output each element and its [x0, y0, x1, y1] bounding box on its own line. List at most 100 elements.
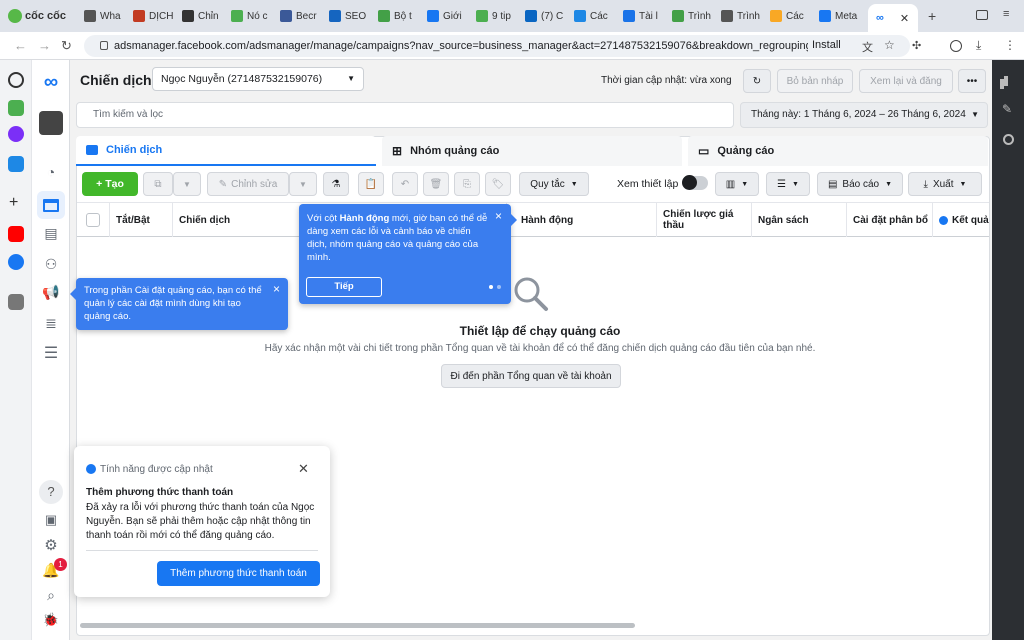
close-icon[interactable]: ×: [273, 283, 280, 296]
reports-button[interactable]: ▤ Báo cáo ▼: [817, 172, 903, 196]
search-icon[interactable]: ⌕: [41, 585, 61, 605]
bar-chart-icon[interactable]: [1004, 76, 1008, 86]
tab-favicon-icon: [84, 10, 96, 22]
photo-icon[interactable]: [8, 294, 24, 310]
campaigns-table-icon[interactable]: [37, 191, 65, 219]
edit-button[interactable]: ✎ Chỉnh sửa: [207, 172, 289, 196]
date-range-picker[interactable]: Tháng này: 1 Tháng 6, 2024 – 26 Tháng 6,…: [740, 102, 988, 128]
undo-button[interactable]: ↶: [392, 172, 418, 196]
browser-tab[interactable]: Chỉn: [182, 6, 226, 26]
horizontal-scrollbar[interactable]: [80, 623, 635, 628]
all-tools-icon[interactable]: ☰: [41, 343, 61, 363]
help-icon[interactable]: ?: [39, 480, 63, 504]
create-button[interactable]: + Tạo: [82, 172, 138, 196]
facebook-icon[interactable]: [8, 254, 24, 270]
tab-ad-sets[interactable]: ⊞ Nhóm quảng cáo: [382, 136, 682, 166]
messenger-icon[interactable]: [8, 126, 24, 142]
col-results[interactable]: Kết quả: [933, 203, 989, 237]
ab-test-button[interactable]: ⚗: [323, 172, 349, 196]
account-avatar[interactable]: [39, 111, 63, 135]
back-icon[interactable]: ←: [14, 38, 27, 53]
menu-icon[interactable]: ≡: [1003, 8, 1009, 20]
clipboard-button[interactable]: 📋: [358, 172, 384, 196]
clock-icon[interactable]: [1003, 134, 1014, 145]
bookmark-star-icon[interactable]: ☆: [884, 38, 895, 52]
duplicate-button[interactable]: ⧉: [143, 172, 173, 196]
add-payment-method-button[interactable]: Thêm phương thức thanh toán: [157, 561, 320, 586]
col-actions[interactable]: Hành động: [507, 203, 657, 237]
browser-tab[interactable]: Meta: [819, 6, 863, 26]
select-all-checkbox[interactable]: [86, 213, 100, 227]
reload-icon[interactable]: ↻: [61, 38, 72, 54]
browser-tab[interactable]: Các: [770, 6, 814, 26]
new-tab-icon[interactable]: +: [928, 8, 936, 24]
columns-button[interactable]: ▥ ▼: [715, 172, 759, 196]
breakdown-button[interactable]: ☰ ▼: [766, 172, 810, 196]
profile-icon[interactable]: [950, 40, 962, 52]
discard-drafts-button[interactable]: Bỏ bản nháp: [777, 69, 853, 93]
pages-icon[interactable]: ▤: [41, 223, 61, 243]
view-setup-toggle[interactable]: [682, 175, 708, 190]
audiences-icon[interactable]: ⚇: [41, 254, 61, 274]
col-attribution[interactable]: Cài đặt phân bổ: [847, 203, 933, 237]
rules-button[interactable]: Quy tắc ▼: [519, 172, 589, 196]
meta-logo-icon[interactable]: ∞: [41, 71, 61, 93]
col-budget[interactable]: Ngân sách: [752, 203, 847, 237]
add-icon[interactable]: +: [9, 194, 18, 212]
account-selector[interactable]: Ngọc Nguyễn (271487532159076) ▼: [152, 67, 364, 91]
col-toggle[interactable]: Tắt/Bật: [110, 203, 173, 237]
extensions-icon[interactable]: ✣: [912, 39, 921, 52]
browser-tab[interactable]: SEO: [329, 6, 373, 26]
browser-logo[interactable]: cốc cốc: [8, 9, 66, 23]
tab-ads[interactable]: ▭ Quảng cáo: [688, 136, 988, 166]
settings-gear-icon[interactable]: ⚙: [41, 535, 61, 555]
browser-tab[interactable]: Trình: [721, 6, 765, 26]
news-icon[interactable]: ▣: [41, 510, 61, 530]
download-icon[interactable]: ⤓: [976, 38, 981, 53]
account-overview-button[interactable]: Đi đến phần Tổng quan về tài khoản: [441, 364, 621, 388]
browser-tab[interactable]: Bộ t: [378, 6, 422, 26]
url-field[interactable]: adsmanager.facebook.com/adsmanager/manag…: [84, 35, 910, 57]
duplicate-dropdown[interactable]: ▼: [173, 172, 201, 196]
delete-button[interactable]: 🗑: [423, 172, 449, 196]
search-tabs-icon[interactable]: [976, 10, 988, 20]
browser-tab[interactable]: Tài l: [623, 6, 667, 26]
search-filter-input[interactable]: Tìm kiếm và lọc: [76, 102, 734, 128]
bug-report-icon[interactable]: 🐞: [41, 610, 61, 630]
close-tab-icon[interactable]: ✕: [900, 12, 909, 25]
browser-tab[interactable]: Becr: [280, 6, 324, 26]
ad-settings-megaphone-icon[interactable]: 📢: [41, 282, 61, 302]
dashboard-icon[interactable]: ◔: [41, 162, 61, 182]
close-icon[interactable]: ×: [495, 210, 502, 223]
browser-tab[interactable]: Các: [574, 6, 618, 26]
edit-dropdown[interactable]: ▼: [289, 172, 317, 196]
billing-icon[interactable]: ≣: [41, 313, 61, 333]
tab-campaigns[interactable]: Chiến dịch: [76, 136, 376, 166]
history-icon[interactable]: [8, 72, 24, 88]
preview-button[interactable]: ⎘: [454, 172, 480, 196]
more-button[interactable]: •••: [958, 69, 986, 93]
browser-tab[interactable]: Wha: [84, 6, 128, 26]
browser-tab[interactable]: 9 tip: [476, 6, 520, 26]
export-button[interactable]: ⤓ Xuất ▼: [908, 172, 982, 196]
review-publish-button[interactable]: Xem lại và đăng: [859, 69, 953, 93]
forward-icon[interactable]: →: [38, 38, 51, 53]
youtube-icon[interactable]: [8, 226, 24, 242]
browser-tab[interactable]: (7) C: [525, 6, 569, 26]
browser-tab[interactable]: Giới: [427, 6, 471, 26]
edit-icon[interactable]: ✎: [1002, 102, 1012, 116]
close-icon[interactable]: ✕: [298, 461, 309, 477]
browser-tab[interactable]: DỊCH: [133, 6, 177, 26]
zalo-icon[interactable]: [8, 156, 24, 172]
col-bid-strategy[interactable]: Chiến lược giá thầu: [657, 203, 752, 237]
refresh-button[interactable]: ↻: [743, 69, 771, 93]
tag-button[interactable]: 🏷: [485, 172, 511, 196]
more-vert-icon[interactable]: ⋮: [1004, 38, 1016, 52]
next-button[interactable]: Tiếp: [306, 277, 382, 297]
ai-icon[interactable]: [8, 100, 24, 116]
tab-active-meta[interactable]: ∞ ✕: [868, 4, 918, 32]
install-button[interactable]: Install: [808, 38, 845, 52]
translate-icon[interactable]: 文: [862, 39, 873, 55]
browser-tab[interactable]: Nó c: [231, 6, 275, 26]
browser-tab[interactable]: Trình: [672, 6, 716, 26]
